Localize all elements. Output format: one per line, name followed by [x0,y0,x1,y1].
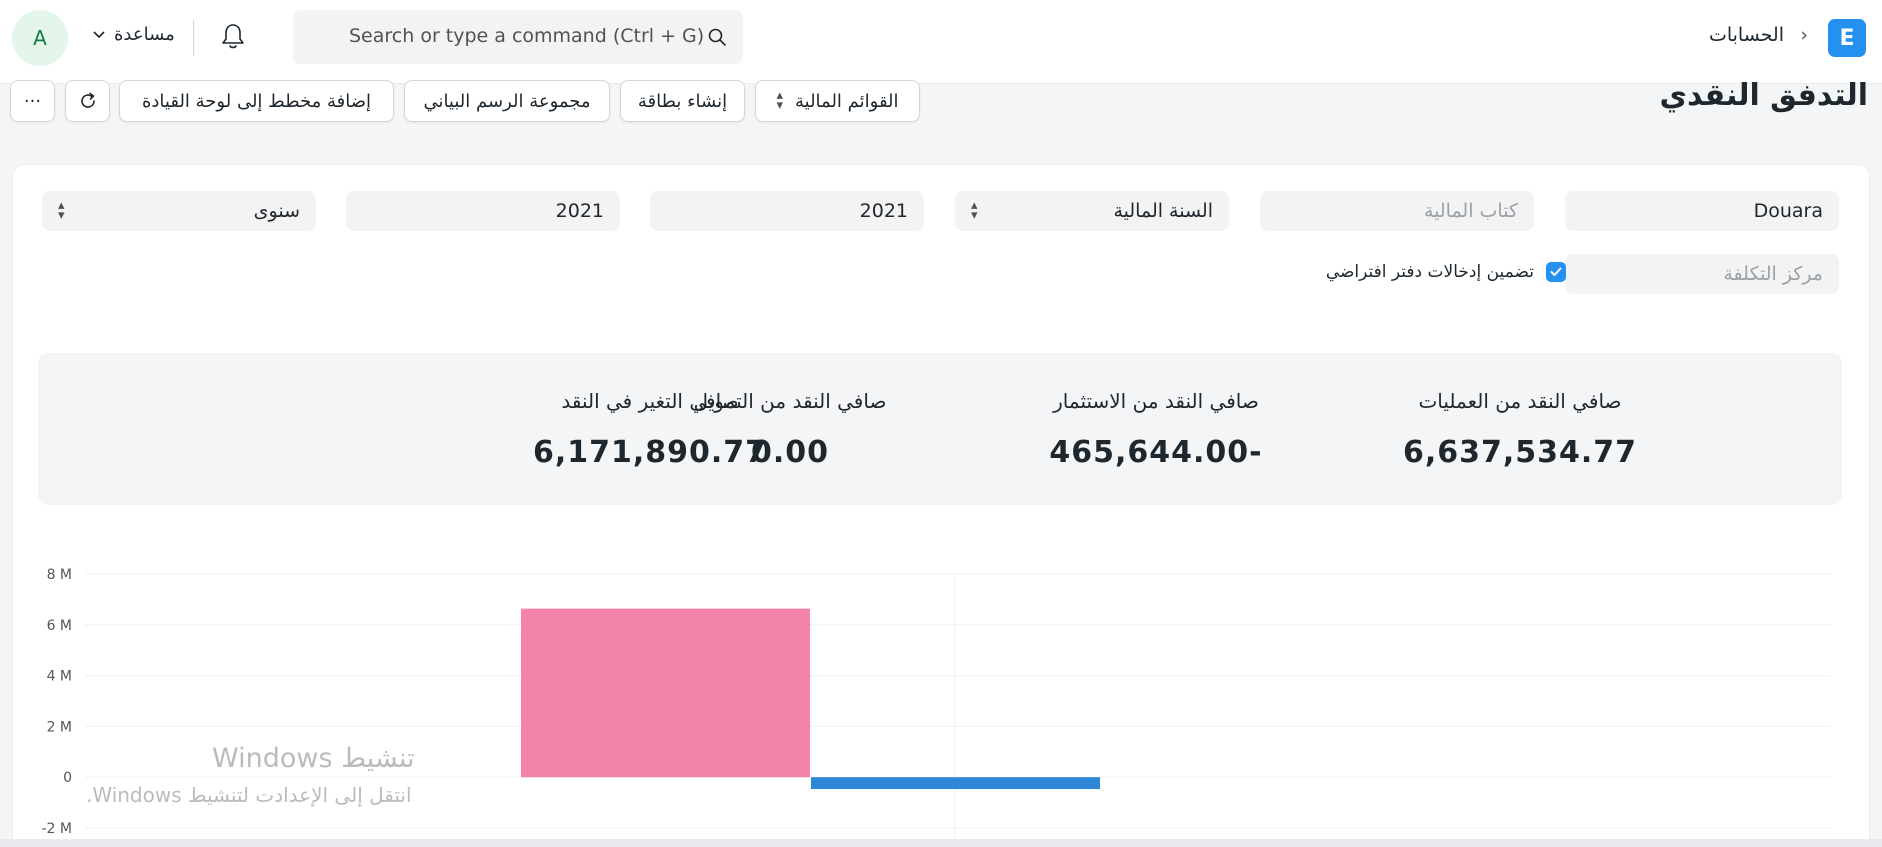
bell-icon[interactable] [220,22,246,50]
summary-label: صافي النقد من الاستثمار [1053,389,1259,413]
windows-activation-subtitle: انتقل إلى الإعدادت لتنشيط Windows. [86,783,412,807]
to-year-value: 2021 [555,200,604,222]
horizontal-scrollbar[interactable] [0,839,1882,847]
app-logo[interactable]: E [1828,19,1866,57]
page-title: التدفق النقدي [1659,78,1868,113]
y-tick-label: 4 M [47,669,72,685]
breadcrumb-accounts[interactable]: الحسابات [1709,24,1784,46]
more-actions-button[interactable]: ··· [10,80,55,122]
logo-letter: E [1839,25,1855,51]
finance-book-placeholder: كتاب المالية [1423,200,1518,222]
summary-label: صافي التغير في النقد [561,389,739,413]
avatar[interactable]: A [12,10,68,66]
create-card-label: إنشاء بطاقة [637,90,728,112]
y-tick-label: 2 M [47,719,72,735]
summary-value: 6,637,534.77 [1402,435,1638,470]
select-arrows-icon: ▴ ▾ [776,88,783,113]
navbar-divider [193,20,194,56]
y-tick-label: 8 M [47,567,72,583]
avatar-letter: A [33,26,47,50]
finance-book-field[interactable]: كتاب المالية [1260,191,1534,231]
include-default-book-checkbox[interactable] [1546,262,1566,282]
create-card-button[interactable]: إنشاء بطاقة [620,80,745,122]
cost-center-placeholder: مركز التكلفة [1723,263,1823,285]
summary-value: 465,644.00- [996,435,1316,470]
include-default-book-option[interactable]: تضمين إدخالات دفتر افتراضي [1326,262,1566,282]
summary-net-change: صافي التغير في النقد 6,171,890.77 [490,389,810,470]
summary-investing: صافي النقد من الاستثمار 465,644.00- [996,389,1316,470]
summary-operations: صافي النقد من العمليات 6,637,534.77 [1360,389,1680,470]
from-fiscal-year-field[interactable]: 2021 [650,191,924,231]
chart-group-button[interactable]: مجموعة الرسم البياني [404,80,610,122]
refresh-icon [80,92,95,108]
search-bar[interactable]: Search or type a command (Ctrl + G) [293,10,743,64]
chart-group-label: مجموعة الرسم البياني [423,90,591,112]
search-icon [708,28,726,46]
navbar: E › الحسابات Search or type a command (C… [0,0,1882,84]
help-dropdown[interactable]: مساعدة [92,24,175,45]
add-to-dashboard-button[interactable]: إضافة مخطط إلى لوحة القيادة [119,80,394,122]
financial-statements-label: القوائم المالية [794,90,899,112]
refresh-button[interactable] [65,80,110,122]
from-year-value: 2021 [859,200,908,222]
periodicity-select[interactable]: سنوى ▴ ▾ [42,191,316,231]
more-label: ··· [23,90,42,112]
summary-label: صافي النقد من العمليات [1418,389,1622,413]
summary-value-number: 465,644.00- [1049,435,1263,470]
to-fiscal-year-field[interactable]: 2021 [346,191,620,231]
help-label: مساعدة [114,24,175,45]
chevron-down-icon [93,30,105,38]
search-placeholder: Search or type a command (Ctrl + G) [349,25,705,47]
summary-value: 6,171,890.77 [532,435,768,470]
summary-panel: صافي النقد من العمليات 6,637,534.77 صافي… [38,353,1842,505]
include-default-book-label: تضمين إدخالات دفتر افتراضي [1325,262,1534,282]
select-arrows-icon: ▴ ▾ [971,198,978,223]
filter-based-on-value: السنة المالية [1113,200,1213,222]
chart-bar-1[interactable] [521,608,810,778]
add-to-dashboard-label: إضافة مخطط إلى لوحة القيادة [141,90,372,112]
checkmark-icon [1550,267,1562,276]
company-field[interactable]: Douara [1565,191,1839,231]
select-arrows-icon: ▴ ▾ [58,198,65,223]
windows-activation-title: تنشيط Windows [212,743,415,774]
company-value: Douara [1753,200,1823,222]
breadcrumb-separator: › [1800,24,1808,46]
y-tick-label: 6 M [47,618,72,634]
y-tick-label: -2 M [42,821,73,837]
filter-based-on-select[interactable]: السنة المالية ▴ ▾ [955,191,1229,231]
chart-bar-2[interactable] [811,777,1100,790]
financial-statements-button[interactable]: ▴ ▾ القوائم المالية [755,80,920,122]
y-tick-label: 0 [63,770,72,786]
cost-center-field[interactable]: مركز التكلفة [1565,254,1839,294]
periodicity-value: سنوى [253,200,300,222]
